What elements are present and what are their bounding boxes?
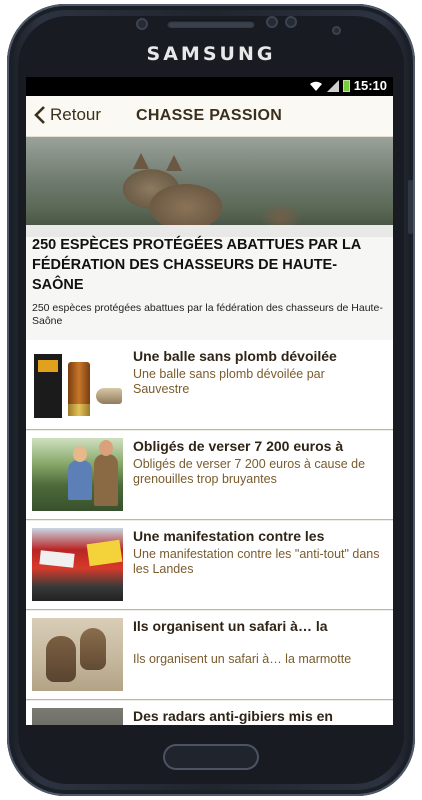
status-bar: 15:10 — [26, 77, 393, 96]
article-thumbnail — [32, 708, 123, 725]
signal-icon — [326, 79, 339, 92]
article-summary: Obligés de verser 7 200 euros à cause de… — [133, 457, 366, 486]
article-title: Une manifestation contre les — [133, 528, 325, 544]
list-item[interactable]: Obligés de verser 7 200 euros à Obligés … — [26, 430, 393, 521]
article-list: Une balle sans plomb dévoilée Une balle … — [26, 340, 393, 725]
featured-subtitle: 250 espèces protégées abattues par la fé… — [32, 302, 383, 327]
article-thumbnail — [32, 438, 123, 511]
article-summary: Ils organisent un safari à… la marmotte — [133, 652, 352, 666]
article-title: Ils organisent un safari à… la — [133, 618, 328, 634]
featured-title: 250 ESPÈCES PROTÉGÉES ABATTUES PAR LA FÉ… — [32, 237, 361, 293]
earpiece-speaker — [167, 20, 255, 28]
back-button[interactable]: Retour — [34, 105, 101, 125]
home-button[interactable] — [163, 744, 259, 770]
notification-led — [332, 26, 341, 35]
proximity-sensor — [266, 16, 278, 28]
battery-icon — [342, 79, 350, 92]
featured-image — [26, 137, 393, 237]
device-brand: SAMSUNG — [146, 43, 276, 65]
list-item[interactable]: Ils organisent un safari à… la Ils organ… — [26, 610, 393, 701]
cat-ear-right — [166, 155, 182, 171]
article-thumbnail — [32, 528, 123, 601]
article-thumbnail — [32, 348, 123, 421]
article-summary: Une balle sans plomb dévoilée par Sauves… — [133, 367, 325, 396]
app-screen: 15:10 Retour CHASSE PASSION 250 ESPÈCES … — [26, 77, 393, 725]
list-item[interactable]: Des radars anti-gibiers mis en — [26, 700, 393, 725]
clock: 15:10 — [353, 78, 387, 93]
front-sensor — [136, 18, 148, 30]
page-title: CHASSE PASSION — [136, 107, 283, 124]
app-header: Retour CHASSE PASSION — [26, 96, 393, 137]
article-title: Une balle sans plomb dévoilée — [133, 348, 337, 364]
article-title: Des radars anti-gibiers mis en — [133, 708, 333, 724]
article-thumbnail — [32, 618, 123, 691]
back-label: Retour — [50, 105, 102, 124]
side-button[interactable] — [408, 180, 413, 234]
cat-ear-left — [133, 153, 149, 169]
chevron-left-icon — [34, 106, 45, 124]
article-summary: Une manifestation contre les "anti-tout"… — [133, 547, 380, 576]
list-item[interactable]: Une balle sans plomb dévoilée Une balle … — [26, 340, 393, 431]
article-title: Obligés de verser 7 200 euros à — [133, 438, 344, 454]
front-camera — [285, 16, 297, 28]
wifi-icon — [309, 81, 322, 91]
featured-article[interactable]: 250 ESPÈCES PROTÉGÉES ABATTUES PAR LA FÉ… — [26, 137, 393, 340]
status-icons: 15:10 — [309, 78, 387, 93]
list-item[interactable]: Une manifestation contre les Une manifes… — [26, 520, 393, 611]
